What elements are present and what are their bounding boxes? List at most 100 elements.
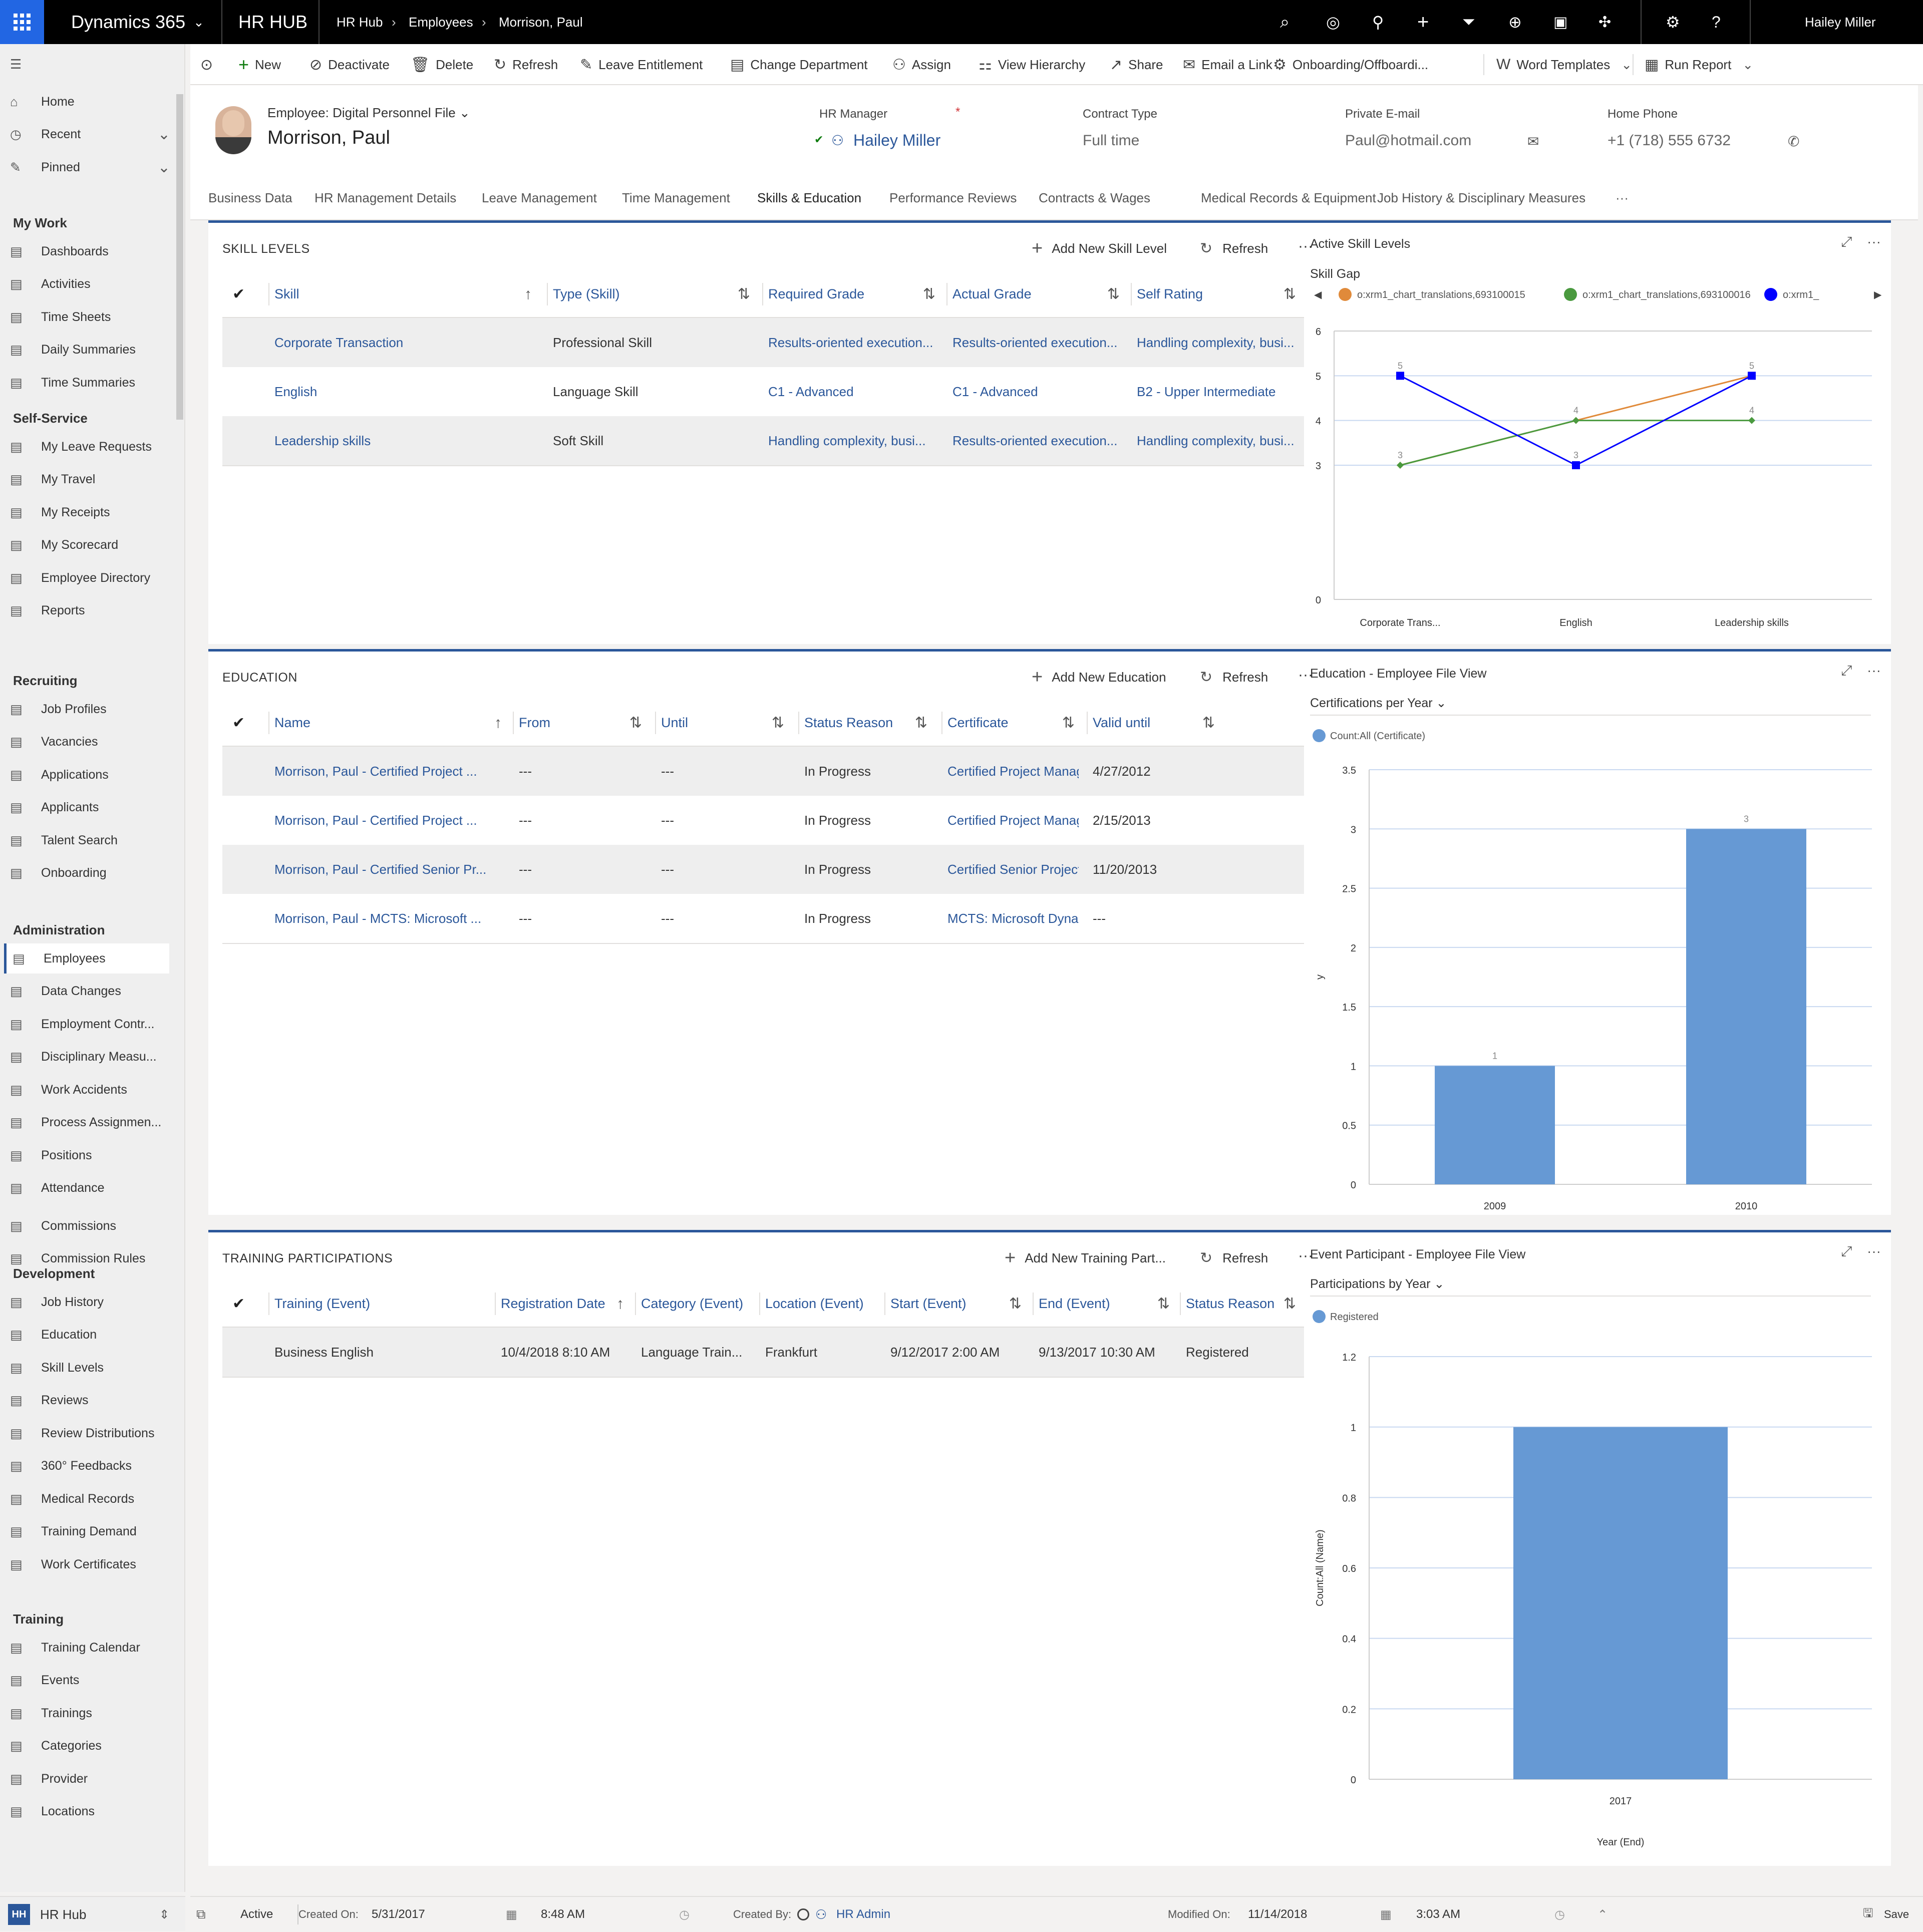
nav-item-work-accidents[interactable]: ▤ Work Accidents [10,1075,175,1105]
nav-item-employment-contr[interactable]: ▤ Employment Contr... [10,1009,175,1039]
column-header-registration-date[interactable]: Registration Date ↑ [495,1280,632,1328]
contract-type-value[interactable]: Full time [1083,132,1139,149]
refresh-button[interactable]: ↻ Refresh [1200,1249,1268,1267]
nav-item-360-feedbacks[interactable]: ▤ 360° Feedbacks [10,1451,175,1481]
refresh-button[interactable]: ↻ Refresh [1200,669,1268,686]
bar[interactable] [1513,1427,1728,1779]
nav-item-daily-summaries[interactable]: ▤ Daily Summaries [10,335,175,365]
nav-item-medical-records[interactable]: ▤ Medical Records [10,1484,175,1514]
tab-contracts-wages[interactable]: Contracts & Wages [1039,175,1150,220]
command-email-a-link-button[interactable]: ✉ Email a Link [1183,44,1272,85]
column-header-until[interactable]: Until ⇅ [655,699,792,747]
chevron-down-icon[interactable]: ⌄ [158,159,170,176]
command-word-templates-button[interactable]: W Word Templates ⌄ [1496,44,1632,85]
nav-item-applications[interactable]: ▤ Applications [10,760,175,790]
sort-ascending-icon[interactable]: ↑ [494,715,502,732]
nav-item-applicants[interactable]: ▤ Applicants [10,793,175,823]
back-button[interactable]: ⊙ [200,44,219,85]
help-icon[interactable]: ? [1712,0,1721,44]
table-row[interactable]: Morrison, Paul - MCTS: Microsoft ... --- -… [222,894,1304,943]
nav-item-review-distributions[interactable]: ▤ Review Distributions [10,1418,175,1448]
sort-icon[interactable]: ⇅ [1284,1295,1296,1313]
nav-item-process-assignmen[interactable]: ▤ Process Assignmen... [10,1108,175,1138]
command-refresh-button[interactable]: ↻ Refresh [494,44,558,85]
user-name[interactable]: Hailey Miller [1805,0,1876,44]
sort-icon[interactable]: ⇅ [1284,285,1296,303]
column-header-certificate[interactable]: Certificate ⇅ [941,699,1083,747]
nav-item-time-summaries[interactable]: ▤ Time Summaries [10,368,175,398]
gear-icon[interactable]: ⚙ [1666,0,1680,44]
sort-icon[interactable]: ⇅ [1157,1295,1170,1313]
table-cell[interactable]: Handling complexity, busi... [768,416,939,465]
nav-item-reports[interactable]: ▤ Reports [10,596,175,626]
tab-medical-records-equipment[interactable]: Medical Records & Equipment [1201,175,1376,220]
legend-scroll-right-icon[interactable]: ▶ [1874,289,1882,300]
nav-item-events[interactable]: ▤ Events [10,1666,175,1696]
sort-icon[interactable]: ⇅ [772,714,784,732]
select-all-checkmark-icon[interactable]: ✔ [232,1280,245,1328]
nav-item-commissions[interactable]: ▤ Commissions [10,1211,175,1241]
breadcrumb-item[interactable]: Employees [409,0,473,44]
sidebar-scrollbar[interactable] [176,94,183,420]
created-by-link[interactable]: HR Admin [836,1897,890,1932]
sort-icon[interactable]: ⇅ [1202,714,1215,732]
table-cell[interactable]: Results-oriented execution... [768,318,939,367]
nav-item-job-history[interactable]: ▤ Job History [10,1287,175,1317]
refresh-button[interactable]: ↻ Refresh [1200,240,1268,257]
column-header-from[interactable]: From ⇅ [513,699,650,747]
command-share-button[interactable]: ↗ Share [1110,44,1163,85]
column-header-end-event[interactable]: End (Event) ⇅ [1033,1280,1178,1328]
sort-icon[interactable]: ⇅ [1009,1295,1022,1313]
command-delete-button[interactable]: 🗑 Delete [411,44,473,85]
sort-icon[interactable]: ⇅ [923,285,935,303]
data-point[interactable] [1748,417,1755,424]
table-cell[interactable]: Results-oriented execution... [952,318,1124,367]
table-cell[interactable]: Results-oriented execution... [952,416,1124,465]
module-name[interactable]: HR HUB [238,0,307,44]
table-cell[interactable]: B2 - Upper Intermediate [1137,367,1300,416]
table-cell[interactable]: Certified Project Management Asso... [947,747,1079,796]
column-header-training-event[interactable]: Training (Event) [268,1280,490,1328]
data-point[interactable] [1748,372,1756,380]
command-assign-button[interactable]: ⚇ Assign [892,44,951,85]
tab-job-history-disciplinary-measures[interactable]: Job History & Disciplinary Measures [1377,175,1585,220]
app-name[interactable]: Dynamics 365 [71,0,185,44]
data-point[interactable] [1572,461,1580,469]
chevron-down-icon[interactable]: ⌄ [193,0,204,44]
private-email-value[interactable]: Paul@hotmail.com [1345,132,1471,149]
legend-scroll-left-icon[interactable]: ◀ [1314,289,1322,300]
chevron-down-icon[interactable]: ⌄ [1621,57,1632,73]
table-cell[interactable]: Handling complexity, busi... [1137,416,1300,465]
nav-item-work-certificates[interactable]: ▤ Work Certificates [10,1549,175,1579]
tab-more[interactable]: ··· [1616,175,1629,220]
puzzle-icon[interactable]: ✣ [1598,0,1611,44]
column-header-self-rating[interactable]: Self Rating ⇅ [1131,270,1304,318]
data-point[interactable] [1396,372,1404,380]
chart-view-selector[interactable]: Certifications per Year ⌄ [1310,696,1447,711]
nav-item-skill-levels[interactable]: ▤ Skill Levels [10,1353,175,1383]
app-launcher-button[interactable] [0,0,44,44]
nav-item-vacancies[interactable]: ▤ Vacancies [10,727,175,757]
home-phone-value[interactable]: +1 (718) 555 6732 [1608,132,1731,149]
search-icon[interactable]: ⌕ [1280,0,1290,44]
nav-item-education[interactable]: ▤ Education [10,1320,175,1350]
filter-icon[interactable]: ⏷ [1462,0,1475,44]
table-cell[interactable]: Corporate Transaction [274,318,536,367]
save-button[interactable]: Save [1884,1897,1909,1932]
nav-item-training-calendar[interactable]: ▤ Training Calendar [10,1633,175,1663]
table-row[interactable]: Morrison, Paul - Certified Senior Pr... -… [222,845,1304,894]
plus-icon[interactable]: + [1417,0,1429,44]
command-leave-entitlement-button[interactable]: ✎ Leave Entitlement [580,44,703,85]
add-training-participation-button[interactable]: + Add New Training Part... [1005,1247,1166,1269]
email-send-icon[interactable]: ✉ [1527,133,1539,150]
form-selector[interactable]: Employee: Digital Personnel File ⌄ [267,105,470,121]
nav-item-positions[interactable]: ▤ Positions [10,1140,175,1170]
tab-hr-management-details[interactable]: HR Management Details [314,175,456,220]
command-deactivate-button[interactable]: ⊘ Deactivate [309,44,390,85]
column-header-name[interactable]: Name ↑ [268,699,510,747]
nav-item-time-sheets[interactable]: ▤ Time Sheets [10,302,175,332]
command-view-hierarchy-button[interactable]: ⚏ View Hierarchy [979,44,1085,85]
table-cell[interactable]: C1 - Advanced [952,367,1124,416]
task-icon[interactable]: ◎ [1326,0,1340,44]
data-point[interactable] [1572,417,1579,424]
